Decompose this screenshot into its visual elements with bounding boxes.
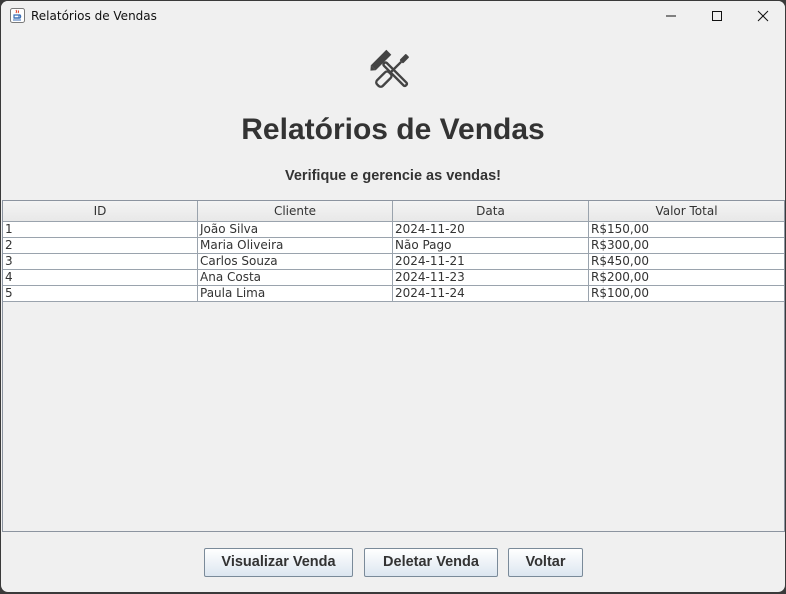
cell-data[interactable]: Não Pago [393, 238, 589, 254]
sales-table[interactable]: ID Cliente Data Valor Total 1 João Silva… [2, 200, 785, 532]
app-window: Relatórios de Vendas Relatórios de Venda… [1, 1, 785, 592]
close-icon [757, 10, 769, 22]
table-row[interactable]: 3 Carlos Souza 2024-11-21 R$450,00 [3, 254, 784, 270]
minimize-button[interactable] [648, 1, 694, 31]
table-body: 1 João Silva 2024-11-20 R$150,00 2 Maria… [3, 222, 784, 302]
maximize-icon [712, 11, 722, 21]
window-title: Relatórios de Vendas [31, 9, 157, 23]
cell-data[interactable]: 2024-11-24 [393, 286, 589, 302]
cell-id[interactable]: 1 [3, 222, 198, 238]
cell-cliente[interactable]: Ana Costa [198, 270, 393, 286]
table-row[interactable]: 4 Ana Costa 2024-11-23 R$200,00 [3, 270, 784, 286]
tools-icon [369, 48, 415, 94]
table-row[interactable]: 2 Maria Oliveira Não Pago R$300,00 [3, 238, 784, 254]
cell-valor-total[interactable]: R$200,00 [589, 270, 784, 286]
cell-id[interactable]: 5 [3, 286, 198, 302]
back-button[interactable]: Voltar [508, 548, 583, 577]
title-bar[interactable]: Relatórios de Vendas [1, 1, 785, 31]
cell-cliente[interactable]: Carlos Souza [198, 254, 393, 270]
cell-id[interactable]: 4 [3, 270, 198, 286]
cell-valor-total[interactable]: R$450,00 [589, 254, 784, 270]
cell-data[interactable]: 2024-11-20 [393, 222, 589, 238]
cell-cliente[interactable]: Maria Oliveira [198, 238, 393, 254]
cell-data[interactable]: 2024-11-21 [393, 254, 589, 270]
table-row[interactable]: 1 João Silva 2024-11-20 R$150,00 [3, 222, 784, 238]
cell-valor-total[interactable]: R$150,00 [589, 222, 784, 238]
page-title: Relatórios de Vendas [241, 113, 545, 146]
table-row[interactable]: 5 Paula Lima 2024-11-24 R$100,00 [3, 286, 784, 302]
column-header-id[interactable]: ID [3, 201, 198, 221]
cell-id[interactable]: 3 [3, 254, 198, 270]
cell-valor-total[interactable]: R$100,00 [589, 286, 784, 302]
cell-valor-total[interactable]: R$300,00 [589, 238, 784, 254]
close-button[interactable] [740, 1, 785, 31]
table-header: ID Cliente Data Valor Total [3, 201, 784, 222]
column-header-data[interactable]: Data [393, 201, 589, 221]
cell-id[interactable]: 2 [3, 238, 198, 254]
view-sale-button[interactable]: Visualizar Venda [204, 548, 353, 577]
minimize-icon [666, 15, 676, 17]
cell-cliente[interactable]: João Silva [198, 222, 393, 238]
java-app-icon [10, 8, 25, 23]
cell-data[interactable]: 2024-11-23 [393, 270, 589, 286]
page-subtitle: Verifique e gerencie as vendas! [285, 168, 501, 184]
cell-cliente[interactable]: Paula Lima [198, 286, 393, 302]
delete-sale-button[interactable]: Deletar Venda [364, 548, 498, 577]
maximize-button[interactable] [694, 1, 740, 31]
column-header-cliente[interactable]: Cliente [198, 201, 393, 221]
column-header-valor-total[interactable]: Valor Total [589, 201, 784, 221]
